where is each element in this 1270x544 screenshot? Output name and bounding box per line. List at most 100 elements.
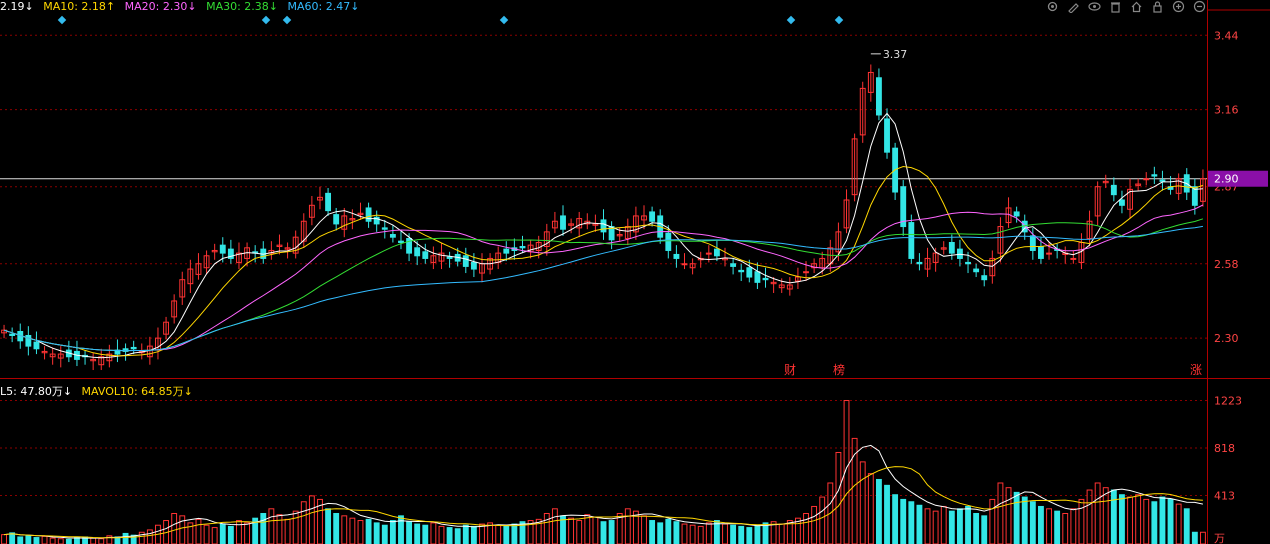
- volume-bars: [1, 400, 1206, 544]
- volume-bar: [171, 512, 178, 544]
- volume-bar: [65, 538, 72, 544]
- volume-bar: [244, 522, 251, 544]
- volume-bar: [365, 518, 372, 544]
- candle-down: [1110, 184, 1117, 196]
- volume-bar: [892, 494, 899, 544]
- volume-bar: [357, 520, 364, 544]
- volume-bar: [122, 532, 129, 544]
- volume-bar: [406, 521, 413, 544]
- volume-bar: [1078, 498, 1085, 544]
- volume-bar: [875, 478, 882, 544]
- volume-bar: [819, 496, 826, 544]
- volume-bar: [1038, 505, 1044, 544]
- volume-bar: [438, 525, 445, 544]
- candle-down: [900, 186, 907, 228]
- candle-down: [560, 215, 566, 230]
- price-tick-label: 3.16: [1214, 104, 1239, 117]
- volume-bar: [203, 524, 210, 544]
- volume-bar: [705, 522, 712, 544]
- volume-bar: [956, 508, 963, 544]
- volume-bar: [1, 534, 7, 544]
- volume-bar: [90, 537, 97, 544]
- candle-down: [325, 192, 332, 212]
- candle-down: [884, 118, 890, 153]
- volume-bar: [997, 482, 1004, 544]
- volume-bar: [268, 508, 275, 544]
- candle-down: [1029, 235, 1036, 251]
- volume-bar: [811, 505, 818, 544]
- volume-bar: [673, 521, 680, 544]
- volume-bar: [924, 508, 931, 544]
- volume-unit-label: 万: [1214, 532, 1225, 544]
- current-price-label: 2.90: [1214, 173, 1239, 186]
- volume-bar: [884, 484, 890, 544]
- volume-bar: [300, 501, 307, 544]
- candle-down: [908, 222, 915, 259]
- volume-bar: [325, 508, 332, 544]
- volume-bar: [1135, 494, 1142, 544]
- volume-bar: [730, 524, 737, 544]
- volume-bar: [867, 473, 874, 544]
- volume-bar: [568, 517, 575, 544]
- volume-bar: [349, 517, 356, 544]
- volume-bar: [1062, 512, 1069, 544]
- candle-down: [333, 214, 340, 225]
- volume-bar: [1021, 496, 1028, 544]
- candle-down: [470, 261, 477, 270]
- volume-bar: [422, 524, 429, 544]
- volume-bar: [859, 461, 866, 544]
- signal-diamond: [834, 15, 844, 25]
- volume-bar: [211, 527, 218, 544]
- volume-bar: [227, 525, 234, 544]
- volume-bar: [470, 525, 477, 544]
- volume-tick-label: 413: [1214, 490, 1235, 503]
- candle-up: [681, 263, 688, 266]
- candle-down: [381, 227, 388, 230]
- ma60-line: [3, 225, 1203, 352]
- volume-bar: [681, 523, 688, 544]
- volume-bar: [584, 514, 591, 544]
- volume-bar: [462, 524, 469, 544]
- volume-bar: [762, 522, 769, 544]
- candle-down: [713, 248, 720, 257]
- volume-bar: [446, 527, 453, 544]
- candle-down: [446, 256, 453, 259]
- volume-bar: [981, 515, 988, 544]
- price-tick-label: 2.30: [1214, 332, 1239, 345]
- volume-bar: [900, 498, 907, 544]
- volume-bar: [381, 524, 388, 544]
- candle-down: [665, 232, 672, 251]
- candle-down: [981, 275, 988, 281]
- volume-bar: [689, 524, 696, 544]
- volume-bar: [641, 515, 647, 544]
- candle-down: [762, 277, 769, 281]
- volume-bar: [1046, 508, 1052, 544]
- signal-diamond: [786, 15, 796, 25]
- candle-down: [1159, 179, 1166, 182]
- volume-bar: [973, 512, 980, 544]
- high-price-label: 3.37: [883, 48, 908, 61]
- volume-bar: [1159, 496, 1166, 544]
- volume-bar: [333, 512, 340, 544]
- volume-bar: [179, 515, 186, 544]
- volume-bar: [414, 523, 421, 544]
- volume-bar: [722, 523, 728, 544]
- volume-bar: [1119, 494, 1125, 544]
- volume-bar: [25, 535, 32, 544]
- volume-bar: [33, 537, 40, 544]
- volume-bar: [284, 518, 291, 544]
- candle-down: [33, 341, 40, 350]
- volume-bar: [389, 520, 396, 544]
- candle-down: [916, 261, 923, 265]
- candle-down: [9, 333, 16, 336]
- event-marker-label: 财: [784, 363, 796, 377]
- mavol10-legend: MAVOL10: 64.85万↓: [81, 385, 193, 398]
- volume-bar: [576, 520, 583, 544]
- candle-up: [1070, 257, 1077, 260]
- volume-tick-label: 1223: [1214, 395, 1242, 408]
- volume-bar: [657, 522, 664, 544]
- volume-bar: [292, 510, 299, 544]
- volume-bar: [17, 536, 24, 544]
- candle-down: [948, 241, 955, 254]
- volume-bar: [600, 521, 607, 544]
